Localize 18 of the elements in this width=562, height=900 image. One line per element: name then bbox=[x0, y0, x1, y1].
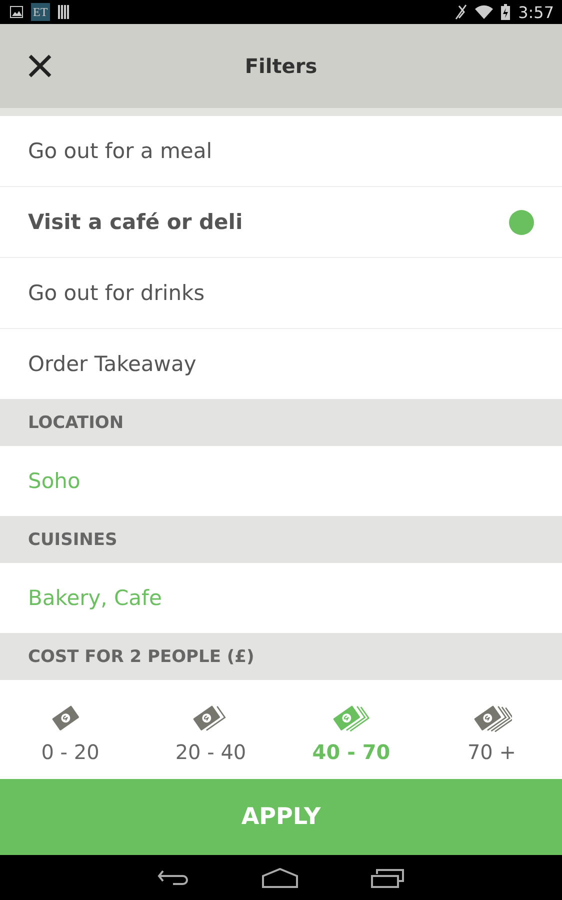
selected-indicator bbox=[509, 210, 534, 234]
mute-icon bbox=[455, 4, 468, 20]
cost-range-option[interactable]: 70 + bbox=[422, 680, 562, 779]
close-icon bbox=[28, 54, 52, 78]
clock-time: 3:57 bbox=[518, 2, 554, 22]
section-heading: LOCATION bbox=[0, 399, 562, 446]
recent-apps-icon[interactable] bbox=[371, 868, 406, 888]
cost-range-option[interactable]: 0 - 20 bbox=[0, 680, 140, 779]
notification-icon: ET bbox=[31, 3, 50, 21]
section-heading: CUISINES bbox=[0, 516, 562, 563]
cost-range-option[interactable]: 20 - 40 bbox=[140, 680, 281, 779]
wifi-icon bbox=[475, 5, 494, 19]
image-icon bbox=[10, 6, 23, 18]
home-icon[interactable] bbox=[262, 868, 298, 888]
barcode-icon bbox=[58, 5, 70, 19]
section-heading: COST FOR 2 PEOPLE (£) bbox=[0, 633, 562, 680]
battery-icon bbox=[501, 4, 510, 20]
screen-title: Filters bbox=[244, 54, 318, 78]
